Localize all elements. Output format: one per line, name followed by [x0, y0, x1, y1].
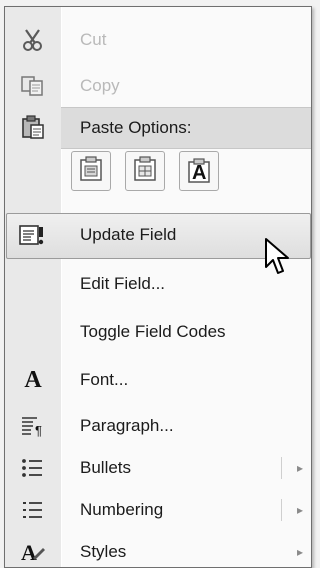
font-icon-glyph: A: [24, 366, 42, 393]
menu-item-paragraph[interactable]: ¶ Paragraph...: [5, 405, 311, 447]
menu-item-label: Paragraph...: [80, 416, 174, 435]
copy-icon: [16, 69, 50, 103]
menu-item-cut[interactable]: Cut: [5, 19, 311, 61]
menu-item-label: Copy: [80, 76, 120, 95]
paste-merge-formatting-icon: [131, 155, 159, 188]
styles-icon: A: [16, 535, 50, 567]
menu-item-label: Bullets: [80, 458, 132, 477]
menu-item-label: Cut: [80, 30, 107, 49]
paste-keep-formatting-icon: [77, 155, 105, 188]
clipboard-icon: [16, 110, 50, 144]
paste-text-only-button[interactable]: A: [179, 151, 219, 191]
paste-merge-formatting-button[interactable]: [125, 151, 165, 191]
paste-options-buttons: A: [71, 151, 219, 199]
paste-options-header: Paste Options:: [61, 107, 311, 149]
submenu-arrow-icon[interactable]: ▸: [297, 545, 303, 559]
mouse-pointer-icon: [265, 238, 289, 274]
paragraph-icon: ¶: [16, 409, 50, 443]
menu-item-label: Toggle Field Codes: [80, 322, 226, 341]
numbering-icon: [16, 493, 50, 527]
menu-item-font[interactable]: A Font...: [5, 359, 311, 401]
menu-item-styles[interactable]: A Styles ▸: [5, 531, 311, 567]
bullets-icon: [16, 451, 50, 485]
menu-item-label: Font...: [80, 370, 129, 389]
menu-item-toggle-field-codes[interactable]: Toggle Field Codes: [5, 311, 311, 353]
menu-item-copy[interactable]: Copy: [5, 65, 311, 107]
context-menu: Cut Copy Paste Options: A Update Field E…: [4, 6, 312, 568]
svg-text:¶: ¶: [35, 423, 42, 438]
update-field-icon: [16, 218, 50, 252]
submenu-separator: [281, 499, 282, 521]
submenu-separator: [281, 457, 282, 479]
paste-options-label: Paste Options:: [80, 118, 192, 137]
menu-item-bullets[interactable]: Bullets ▸: [5, 447, 311, 489]
scissors-icon: [16, 23, 50, 57]
svg-text:A: A: [21, 540, 37, 565]
submenu-arrow-icon[interactable]: ▸: [297, 503, 303, 517]
menu-item-numbering[interactable]: Numbering ▸: [5, 489, 311, 531]
paste-text-only-glyph: A: [192, 162, 207, 184]
menu-item-label: Edit Field...: [80, 274, 166, 293]
menu-item-label: Numbering: [80, 500, 164, 519]
submenu-arrow-icon[interactable]: ▸: [297, 461, 303, 475]
menu-item-label: Update Field: [80, 225, 177, 244]
font-icon: A: [16, 363, 50, 397]
menu-item-label: Styles: [80, 542, 127, 561]
paste-text-only-icon: A: [185, 157, 213, 185]
paste-keep-formatting-button[interactable]: [71, 151, 111, 191]
